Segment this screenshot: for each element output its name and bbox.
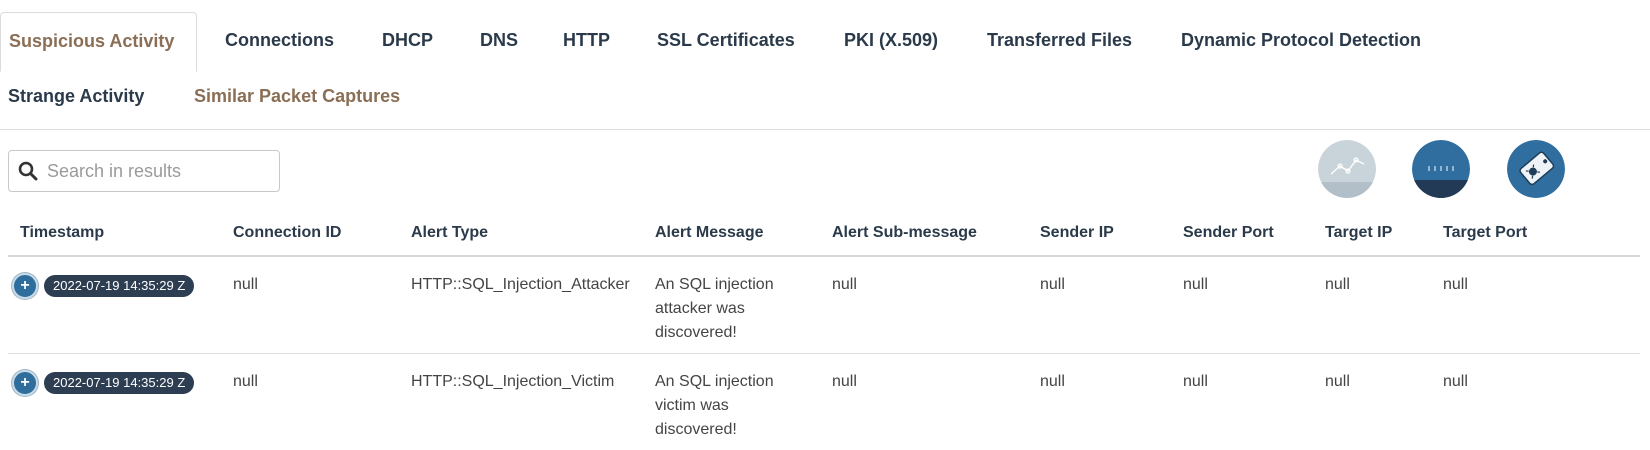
column-header[interactable]: Timestamp: [8, 210, 221, 256]
tab-ssl-certificates[interactable]: SSL Certificates: [657, 30, 795, 51]
sender-port-cell: null: [1171, 256, 1313, 354]
packet-bar-button[interactable]: [1412, 140, 1470, 198]
table-header-row: Timestamp Connection ID Alert Type Alert…: [8, 210, 1640, 256]
expand-row-button[interactable]: +: [12, 273, 38, 299]
alert-submessage-cell: null: [820, 256, 1028, 354]
tab-connections[interactable]: Connections: [225, 30, 334, 51]
search-input[interactable]: [47, 151, 279, 191]
tab-pki[interactable]: PKI (X.509): [844, 30, 938, 51]
tab-strange-activity[interactable]: Strange Activity: [8, 86, 144, 107]
column-header[interactable]: Connection ID: [221, 210, 399, 256]
sender-port-cell: null: [1171, 354, 1313, 450]
connection-id-cell: null: [221, 354, 399, 450]
sender-ip-cell: null: [1028, 354, 1171, 450]
alert-type-cell: HTTP::SQL_Injection_Attacker: [399, 256, 643, 354]
search-icon: [9, 151, 47, 191]
tab-dns[interactable]: DNS: [480, 30, 518, 51]
tab-http[interactable]: HTTP: [563, 30, 610, 51]
target-ip-cell: null: [1313, 354, 1431, 450]
packet-bar-icon: [1412, 140, 1470, 198]
tab-dhcp[interactable]: DHCP: [382, 30, 433, 51]
tab-dynamic-protocol-detection[interactable]: Dynamic Protocol Detection: [1181, 30, 1421, 51]
tab-transferred-files[interactable]: Transferred Files: [987, 30, 1132, 51]
timestamp-badge: 2022-07-19 14:35:29 Z: [44, 372, 194, 394]
line-graph-button[interactable]: [1318, 140, 1376, 198]
alert-submessage-cell: null: [820, 354, 1028, 450]
column-header[interactable]: Alert Message: [643, 210, 820, 256]
tab-bar: Suspicious Activity Connections DHCP DNS…: [0, 0, 1650, 130]
sender-ip-cell: null: [1028, 256, 1171, 354]
malware-tag-icon: [1507, 140, 1565, 198]
table-row: + 2022-07-19 14:35:29 Z null HTTP::SQL_I…: [8, 354, 1640, 450]
tab-similar-packet-captures[interactable]: Similar Packet Captures: [194, 86, 400, 107]
connection-id-cell: null: [221, 256, 399, 354]
alert-message-cell: An SQL injection attacker was discovered…: [643, 256, 820, 354]
column-header[interactable]: Alert Type: [399, 210, 643, 256]
expand-row-button[interactable]: +: [12, 370, 38, 396]
line-graph-icon: [1318, 140, 1376, 198]
alert-type-cell: HTTP::SQL_Injection_Victim: [399, 354, 643, 450]
timestamp-badge: 2022-07-19 14:35:29 Z: [44, 275, 194, 297]
column-header[interactable]: Sender IP: [1028, 210, 1171, 256]
column-header[interactable]: Target IP: [1313, 210, 1431, 256]
table-row: + 2022-07-19 14:35:29 Z null HTTP::SQL_I…: [8, 256, 1640, 354]
tab-suspicious-activity[interactable]: Suspicious Activity: [0, 12, 197, 72]
column-header[interactable]: Alert Sub-message: [820, 210, 1028, 256]
search-box: [8, 150, 280, 192]
column-header[interactable]: Sender Port: [1171, 210, 1313, 256]
alerts-table: Timestamp Connection ID Alert Type Alert…: [8, 210, 1640, 450]
target-port-cell: null: [1431, 256, 1640, 354]
target-port-cell: null: [1431, 354, 1640, 450]
target-ip-cell: null: [1313, 256, 1431, 354]
alert-message-cell: An SQL injection victim was discovered!: [643, 354, 820, 450]
malware-tag-button[interactable]: [1507, 140, 1565, 198]
column-header[interactable]: Target Port: [1431, 210, 1640, 256]
